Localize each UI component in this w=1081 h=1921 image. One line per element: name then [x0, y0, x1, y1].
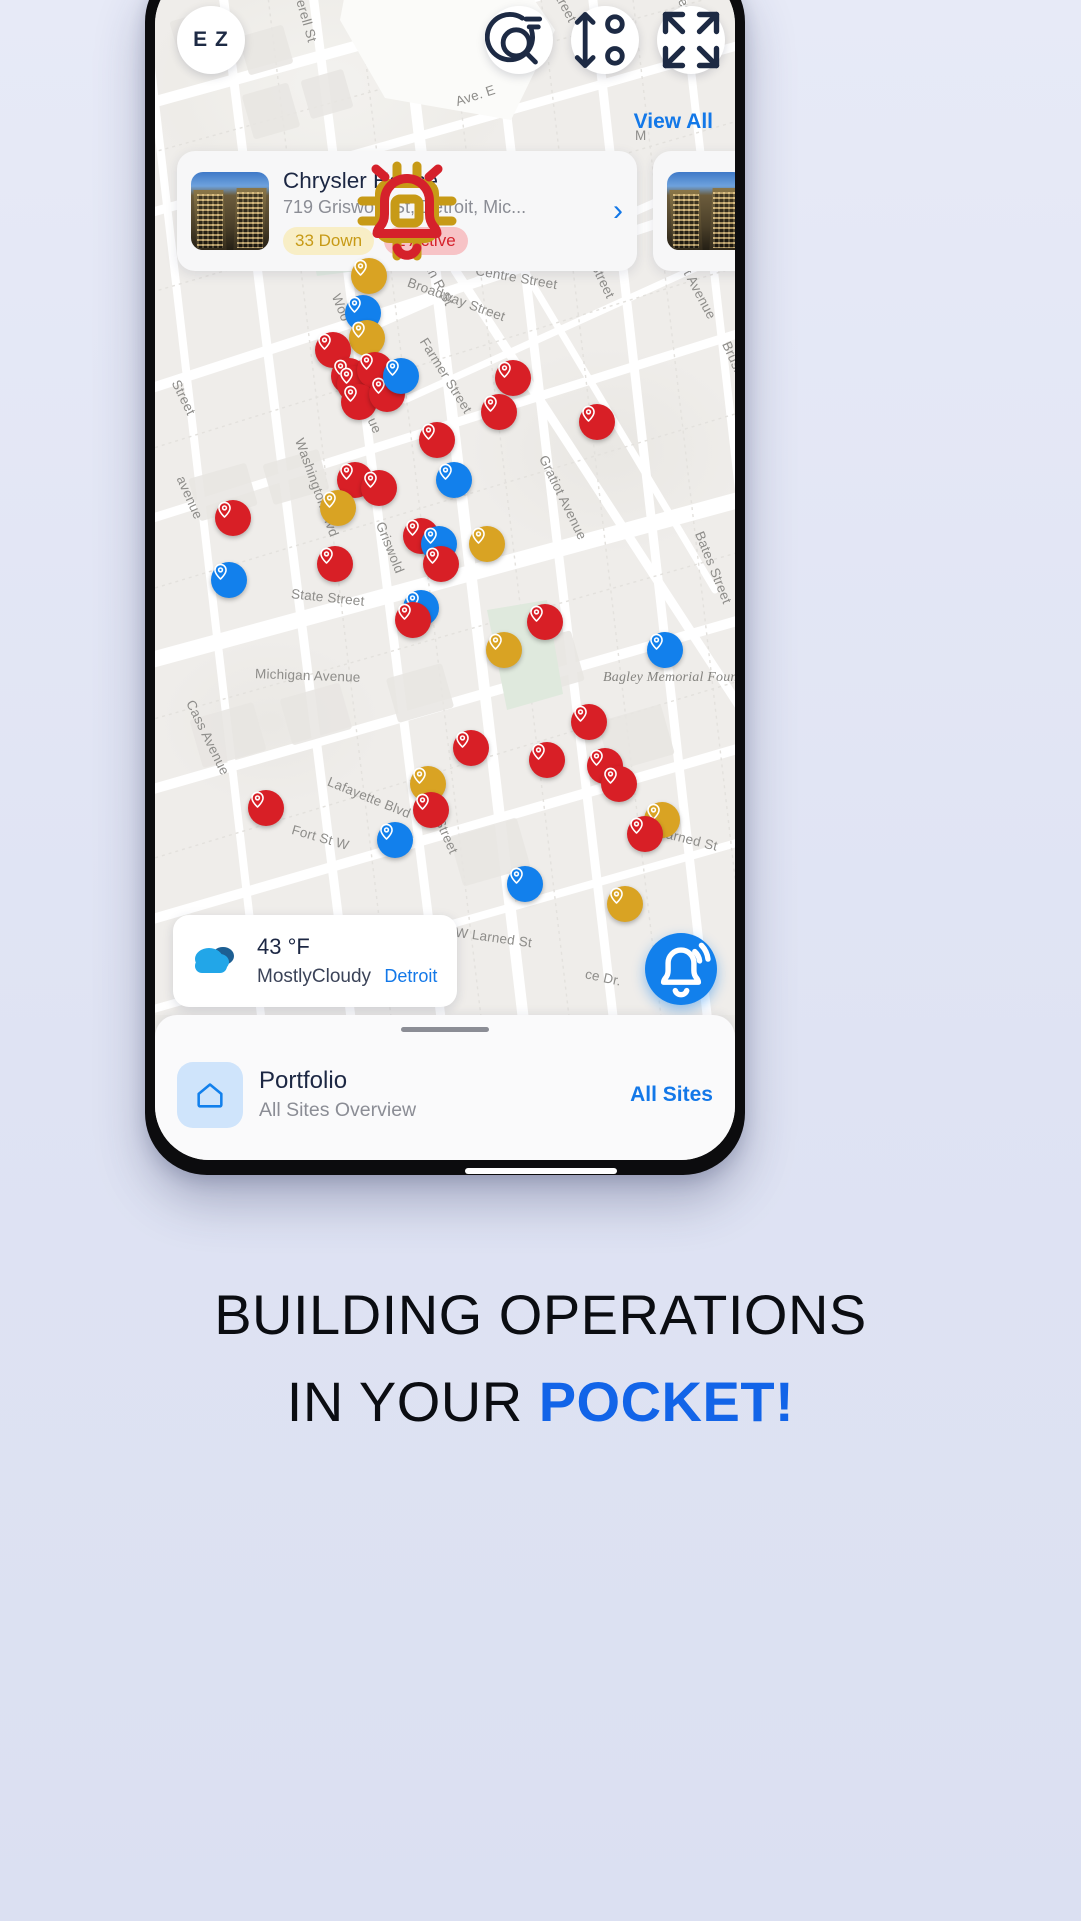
map-pin-blue[interactable]: [383, 358, 419, 394]
map-pin-gold[interactable]: [469, 526, 505, 562]
map-pin-red[interactable]: [627, 816, 663, 852]
headline-accent: POCKET!: [538, 1369, 795, 1433]
map-pin-gold[interactable]: [351, 258, 387, 294]
search-activity-icon: [485, 12, 543, 65]
sheet-title: Portfolio: [259, 1066, 348, 1094]
portfolio-icon-tile: [177, 1061, 243, 1128]
map-pin-blue[interactable]: [647, 632, 683, 668]
expand-icon: [662, 11, 720, 69]
map-pin-red[interactable]: [601, 766, 637, 802]
map-pin-red[interactable]: [579, 404, 615, 440]
map-pin-gold[interactable]: [349, 320, 385, 356]
weather-city-link[interactable]: Detroit: [384, 966, 437, 986]
property-badges: 33 Down 2 Active: [283, 161, 599, 261]
phone-screen: Witherell Sth StreetBeacon StreetAve. EM…: [155, 0, 735, 1160]
map-pin-red[interactable]: [361, 470, 397, 506]
map-pin-gold[interactable]: [607, 886, 643, 922]
marketing-headline: BUILDING OPERATIONS IN YOUR POCKET!: [0, 1272, 1081, 1446]
bottom-sheet[interactable]: Portfolio All Sites Overview All Sites: [155, 1015, 735, 1160]
sort-button[interactable]: [571, 6, 639, 74]
map-canvas[interactable]: Witherell Sth StreetBeacon StreetAve. EM…: [155, 0, 735, 1015]
cloud-icon-svg: [195, 947, 234, 973]
home-icon: [197, 1082, 223, 1108]
profile-initials-button[interactable]: E Z: [177, 6, 245, 74]
property-card-carousel[interactable]: Chrysler House 719 Griswold St, Detroit,…: [155, 151, 735, 271]
property-card-next[interactable]: [653, 151, 735, 271]
sheet-grabber[interactable]: [401, 1027, 489, 1032]
map-pin-red[interactable]: [248, 790, 284, 826]
promo-page: Witherell Sth StreetBeacon StreetAve. EM…: [0, 0, 1081, 1921]
search-activity-button[interactable]: [485, 6, 553, 74]
map-pin-gold[interactable]: [486, 632, 522, 668]
map-pin-red[interactable]: [571, 704, 607, 740]
sort-icon: [574, 12, 625, 68]
map-top-actions: E Z: [155, 6, 735, 76]
map-pin-red[interactable]: [413, 792, 449, 828]
profile-initials-label: E Z: [193, 28, 229, 51]
map-pin-blue[interactable]: [436, 462, 472, 498]
weather-temperature: 43 °F: [257, 934, 310, 960]
map-pin-red[interactable]: [495, 360, 531, 396]
map-pin-red[interactable]: [527, 604, 563, 640]
home-indicator: [464, 1168, 617, 1174]
bell-icon: [371, 164, 443, 260]
map-pin-red[interactable]: [419, 422, 455, 458]
map-pin-blue[interactable]: [211, 562, 247, 598]
property-card[interactable]: Chrysler House 719 Griswold St, Detroit,…: [177, 151, 637, 271]
headline-line-2-plain: IN YOUR: [286, 1369, 539, 1433]
headline-line-2: IN YOUR POCKET!: [0, 1359, 1081, 1446]
status-badge-active[interactable]: 2 Active: [371, 164, 468, 260]
map-pin-red[interactable]: [529, 742, 565, 778]
cloud-icon: [189, 941, 243, 981]
bell-alert-icon: [660, 942, 711, 998]
map-pin-gold[interactable]: [320, 490, 356, 526]
all-sites-link[interactable]: All Sites: [630, 1083, 713, 1107]
alerts-button[interactable]: [645, 933, 717, 1005]
property-thumbnail-next: [667, 172, 735, 250]
map-street-label: Bagley Memorial Fountain: [603, 670, 735, 685]
weather-widget[interactable]: 43 °F MostlyCloudy Detroit: [173, 915, 457, 1007]
map-pin-red[interactable]: [395, 602, 431, 638]
map-pin-red[interactable]: [423, 546, 459, 582]
sheet-subtitle: All Sites Overview: [259, 1099, 417, 1122]
map-pin-red[interactable]: [481, 394, 517, 430]
headline-line-1: BUILDING OPERATIONS: [214, 1283, 867, 1346]
weather-condition: MostlyCloudy: [257, 965, 372, 987]
map-pin-red[interactable]: [453, 730, 489, 766]
expand-map-button[interactable]: [657, 6, 725, 74]
map-pin-red[interactable]: [215, 500, 251, 536]
map-pin-red[interactable]: [317, 546, 353, 582]
view-all-link[interactable]: View All: [634, 110, 713, 134]
map-pin-blue[interactable]: [377, 822, 413, 858]
map-pin-blue[interactable]: [507, 866, 543, 902]
